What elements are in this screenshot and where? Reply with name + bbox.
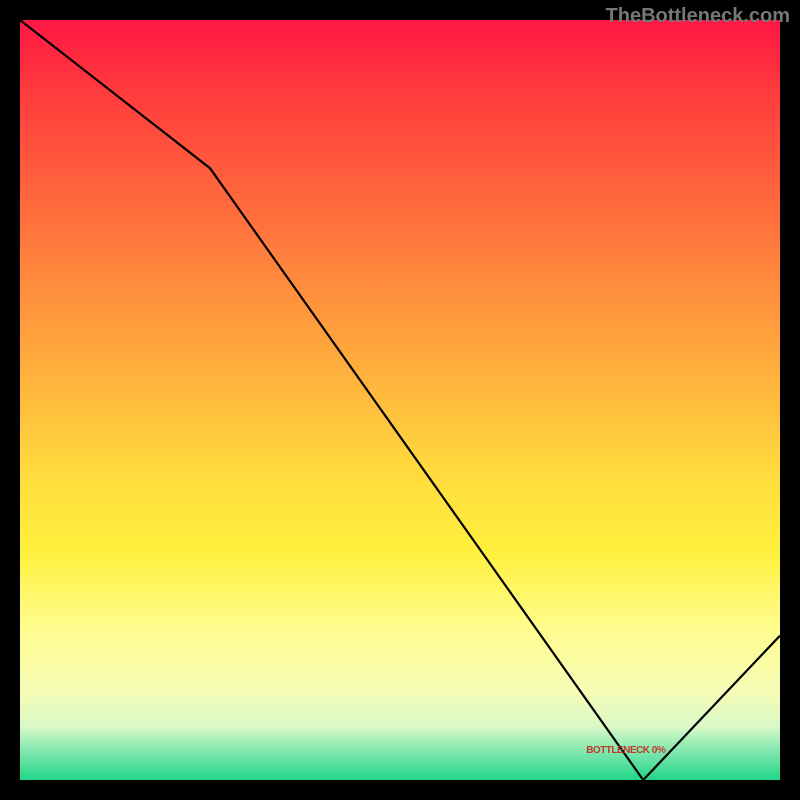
chart-gradient-background xyxy=(20,20,780,780)
bottleneck-zero-label: BOTTLENECK 0% xyxy=(586,745,665,756)
source-attribution: TheBottleneck.com xyxy=(606,5,790,28)
